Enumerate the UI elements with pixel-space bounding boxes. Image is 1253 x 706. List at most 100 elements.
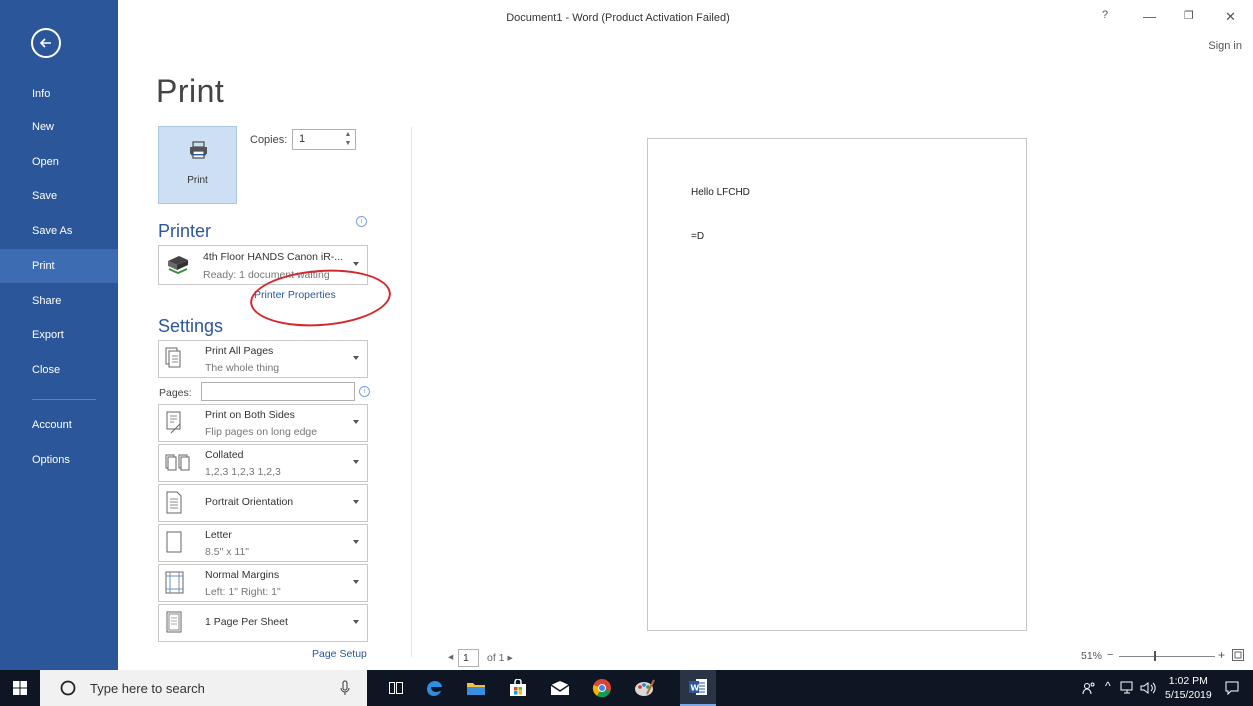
collation-sub: 1,2,3 1,2,3 1,2,3 bbox=[205, 466, 281, 478]
nav-item-new[interactable]: New bbox=[0, 110, 118, 144]
print-range-sub: The whole thing bbox=[205, 362, 280, 374]
prev-page-icon[interactable]: ◂ bbox=[448, 651, 453, 663]
people-icon[interactable] bbox=[1082, 681, 1096, 695]
orientation-dropdown[interactable]: Portrait Orientation bbox=[158, 484, 368, 522]
nav-item-open[interactable]: Open bbox=[0, 145, 118, 179]
print-range-dropdown[interactable]: Print All Pages The whole thing bbox=[158, 340, 368, 378]
taskbar-search-box[interactable]: Type here to search bbox=[40, 670, 367, 706]
zoom-slider[interactable] bbox=[1119, 656, 1215, 657]
pages-per-sheet-dropdown[interactable]: 1 Page Per Sheet bbox=[158, 604, 368, 642]
clock-date: 5/15/2019 bbox=[1165, 689, 1212, 701]
word-taskbar-button[interactable]: W bbox=[680, 670, 716, 706]
page-number-input[interactable] bbox=[458, 649, 479, 667]
pages-input[interactable] bbox=[201, 382, 355, 401]
nav-item-close[interactable]: Close bbox=[0, 353, 118, 387]
close-window-button[interactable]: ✕ bbox=[1225, 9, 1236, 25]
back-arrow-icon bbox=[39, 38, 51, 48]
portrait-page-icon bbox=[166, 491, 182, 514]
copies-spin-icon[interactable]: ▲ ▼ bbox=[341, 130, 355, 149]
duplex-icon bbox=[166, 411, 181, 434]
mail-button[interactable] bbox=[542, 670, 578, 706]
word-backstage-window: Info New Open Save Save As Print Share E… bbox=[0, 0, 1253, 706]
info-icon[interactable]: i bbox=[356, 216, 367, 227]
duplex-dropdown[interactable]: Print on Both Sides Flip pages on long e… bbox=[158, 404, 368, 442]
nav-item-account[interactable]: Account bbox=[0, 408, 118, 442]
chrome-button[interactable] bbox=[584, 670, 620, 706]
preview-text-line: Hello LFCHD bbox=[691, 187, 750, 198]
clock-time: 1:02 PM bbox=[1168, 675, 1208, 687]
restore-button[interactable]: ❐ bbox=[1184, 9, 1194, 22]
store-button[interactable] bbox=[500, 670, 536, 706]
mail-icon bbox=[550, 681, 570, 695]
next-page-icon[interactable]: ▸ bbox=[507, 652, 512, 664]
taskbar-clock[interactable]: 1:02 PM 5/15/2019 bbox=[1165, 674, 1212, 702]
nav-divider bbox=[32, 399, 96, 400]
chevron-down-icon bbox=[353, 420, 359, 424]
chevron-down-icon bbox=[353, 580, 359, 584]
microphone-icon[interactable] bbox=[340, 680, 350, 696]
printer-device-icon bbox=[168, 256, 188, 275]
nav-item-export[interactable]: Export bbox=[0, 318, 118, 352]
volume-icon[interactable] bbox=[1140, 681, 1158, 695]
help-button[interactable]: ? bbox=[1102, 9, 1108, 21]
chevron-down-icon bbox=[353, 620, 359, 624]
margins-dropdown[interactable]: Normal Margins Left: 1" Right: 1" bbox=[158, 564, 368, 602]
page-per-sheet-icon bbox=[166, 611, 182, 633]
back-button[interactable] bbox=[31, 28, 61, 58]
task-view-button[interactable] bbox=[378, 670, 414, 706]
start-button[interactable] bbox=[0, 670, 40, 706]
copies-value: 1 bbox=[299, 133, 306, 145]
chevron-down-icon bbox=[353, 500, 359, 504]
file-explorer-button[interactable] bbox=[458, 670, 494, 706]
nav-item-info[interactable]: Info bbox=[0, 77, 118, 111]
paper-size-label: Letter bbox=[205, 529, 232, 541]
page-count-label: of 1 bbox=[487, 652, 505, 664]
show-hidden-icons-chevron-icon[interactable]: ^ bbox=[1105, 679, 1111, 693]
zoom-slider-thumb[interactable] bbox=[1154, 651, 1156, 661]
edge-icon bbox=[427, 681, 442, 696]
print-button[interactable]: Print bbox=[158, 126, 237, 204]
info-icon[interactable]: i bbox=[359, 386, 370, 397]
collation-label: Collated bbox=[205, 449, 244, 461]
minimize-button[interactable]: — bbox=[1143, 9, 1156, 24]
nav-item-options[interactable]: Options bbox=[0, 443, 118, 477]
cortana-circle-icon bbox=[60, 680, 76, 696]
svg-text:W: W bbox=[690, 684, 699, 693]
windows-logo-icon bbox=[13, 681, 27, 695]
copies-label: Copies: bbox=[250, 134, 288, 146]
network-icon[interactable] bbox=[1120, 681, 1136, 695]
pages-label: Pages: bbox=[159, 387, 192, 399]
nav-item-save[interactable]: Save bbox=[0, 179, 118, 213]
panel-divider bbox=[411, 127, 412, 657]
page-count: of 1 ▸ bbox=[487, 652, 513, 664]
action-center-icon[interactable] bbox=[1225, 681, 1239, 695]
copies-stepper[interactable]: 1 ▲ ▼ bbox=[292, 129, 356, 150]
orientation-label: Portrait Orientation bbox=[205, 496, 294, 508]
paper-size-dropdown[interactable]: Letter 8.5" x 11" bbox=[158, 524, 368, 562]
zoom-level[interactable]: 51% bbox=[1081, 650, 1102, 662]
preview-text-line: =D bbox=[691, 231, 705, 242]
page-title: Print bbox=[156, 73, 225, 109]
page-setup-link[interactable]: Page Setup bbox=[312, 648, 367, 660]
nav-item-save-as[interactable]: Save As bbox=[0, 214, 118, 248]
printer-name: 4th Floor HANDS Canon iR-... bbox=[203, 251, 344, 263]
zoom-to-page-icon[interactable] bbox=[1232, 649, 1244, 661]
window-title: Document1 - Word (Product Activation Fai… bbox=[506, 12, 730, 24]
collated-icon bbox=[165, 454, 190, 471]
paper-size-icon bbox=[166, 531, 182, 553]
margins-sub: Left: 1" Right: 1" bbox=[205, 586, 281, 598]
printer-icon bbox=[190, 141, 207, 159]
search-placeholder: Type here to search bbox=[90, 681, 205, 696]
nav-item-print[interactable]: Print bbox=[0, 249, 118, 283]
collation-dropdown[interactable]: Collated 1,2,3 1,2,3 1,2,3 bbox=[158, 444, 368, 482]
windows-taskbar: Type here to search W ^ 1:02 PM 5/15/201… bbox=[0, 670, 1253, 706]
paint-app-button[interactable] bbox=[626, 670, 662, 706]
nav-item-share[interactable]: Share bbox=[0, 284, 118, 318]
zoom-out-icon[interactable]: − bbox=[1107, 649, 1113, 661]
sign-in-link[interactable]: Sign in bbox=[1208, 40, 1242, 52]
folder-icon bbox=[467, 683, 485, 695]
zoom-in-icon[interactable]: + bbox=[1218, 648, 1225, 662]
chevron-down-icon bbox=[353, 356, 359, 360]
edge-browser-button[interactable] bbox=[416, 670, 452, 706]
chevron-down-icon bbox=[353, 460, 359, 464]
